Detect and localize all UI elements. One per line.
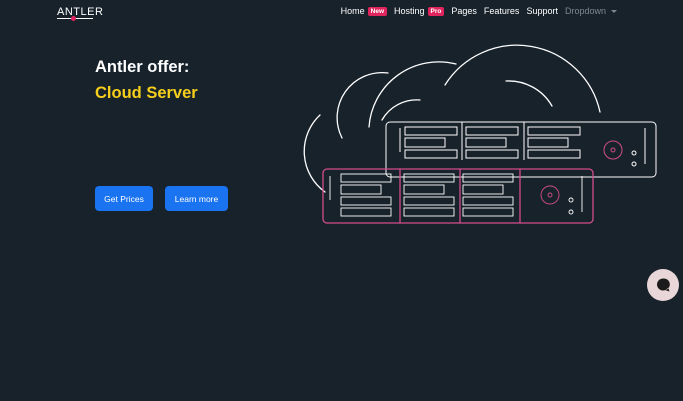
brand-logo[interactable]: ANTLER	[57, 6, 103, 18]
cloud-arc	[444, 44, 601, 113]
new-badge: New	[367, 6, 388, 16]
chat-bubble-icon	[657, 278, 670, 292]
cloud-arc	[505, 80, 553, 107]
nav-item-support[interactable]: Support	[526, 6, 558, 16]
nav-item-pages[interactable]: Pages	[451, 6, 477, 16]
nav-label: Support	[526, 6, 558, 16]
server-front-details	[329, 173, 583, 217]
nav-label: Dropdown	[564, 6, 606, 16]
cloud-server-illustration	[303, 44, 657, 224]
cloud-arc	[303, 114, 326, 193]
nav-item-home[interactable]: Home New	[340, 6, 388, 16]
logo-dot	[71, 16, 76, 21]
main-nav: Home New Hosting Pro Pages Features Supp…	[341, 6, 617, 16]
nav-item-features[interactable]: Features	[484, 6, 520, 16]
learn-more-button[interactable]: Learn more	[165, 186, 228, 211]
chevron-down-icon	[611, 9, 617, 13]
chat-button[interactable]	[647, 269, 679, 301]
pro-badge: Pro	[427, 6, 445, 16]
nav-item-hosting[interactable]: Hosting Pro	[394, 6, 445, 16]
hero-subtitle: Cloud Server	[95, 84, 198, 102]
nav-label: Features	[483, 6, 520, 16]
nav-label: Home	[340, 6, 365, 16]
cloud-arc	[381, 99, 421, 121]
nav-item-dropdown[interactable]: Dropdown	[565, 6, 617, 16]
hero-title: Antler offer:	[95, 58, 190, 76]
cloud-arc	[368, 61, 457, 128]
get-prices-button[interactable]: Get Prices	[95, 186, 153, 211]
nav-label: Hosting	[394, 6, 425, 16]
nav-label: Pages	[451, 6, 477, 16]
cloud-arc	[336, 71, 389, 139]
